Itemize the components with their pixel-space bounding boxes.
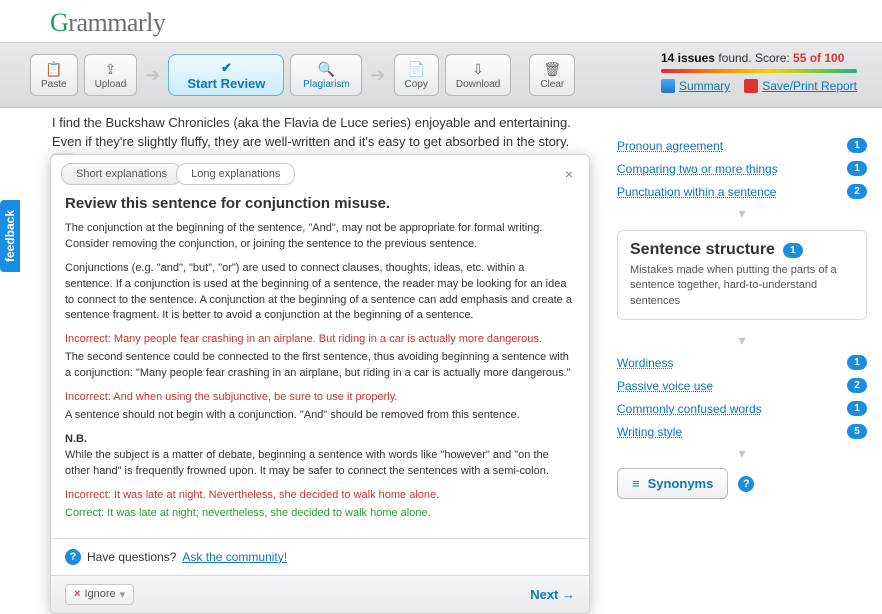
score-box: 14 issues found. Score: 55 of 100 Summar… bbox=[661, 49, 857, 101]
trash-icon: 🗑 bbox=[543, 61, 561, 78]
issue-link[interactable]: Passive voice use bbox=[617, 379, 713, 393]
arrow-icon: ➔ bbox=[368, 65, 387, 86]
count-badge: 1 bbox=[783, 243, 803, 258]
issue-link[interactable]: Writing style bbox=[617, 425, 682, 439]
issue-list-bottom: Wordiness 1 Passive voice use 2 Commonly c… bbox=[617, 351, 867, 443]
count-badge: 2 bbox=[847, 378, 867, 393]
feedback-tab[interactable]: feedback bbox=[0, 200, 20, 272]
dropdown-icon: ▾ bbox=[120, 588, 126, 601]
upload-button[interactable]: ⇪Upload bbox=[84, 54, 138, 96]
summary-icon bbox=[661, 79, 675, 93]
list-icon: ≡ bbox=[632, 476, 640, 491]
ask-community-link[interactable]: Ask the community! bbox=[182, 550, 287, 564]
chevron-down-icon: ▾ bbox=[617, 443, 867, 464]
upload-icon: ⇪ bbox=[105, 61, 117, 78]
count-badge: 1 bbox=[847, 355, 867, 370]
search-icon: 🔍 bbox=[318, 61, 335, 78]
copy-icon: 📄 bbox=[407, 61, 424, 78]
synonyms-button[interactable]: ≡Synonyms bbox=[617, 468, 728, 499]
count-badge: 1 bbox=[847, 401, 867, 416]
save-report-link[interactable]: Save/Print Report bbox=[762, 79, 857, 93]
download-icon: ⇩ bbox=[472, 61, 484, 78]
count-badge: 1 bbox=[847, 138, 867, 153]
count-badge: 1 bbox=[847, 161, 867, 176]
toolbar: 📋Paste ⇪Upload ➔ ✔Start Review 🔍Plagiari… bbox=[0, 42, 882, 108]
paste-icon: 📋 bbox=[45, 61, 62, 78]
arrow-icon: ➔ bbox=[143, 65, 162, 86]
ignore-button[interactable]: ×Ignore▾ bbox=[65, 584, 134, 605]
sentence-structure-card[interactable]: Sentence structure1 Mistakes made when p… bbox=[617, 230, 867, 320]
issue-link[interactable]: Commonly confused words bbox=[617, 402, 762, 416]
summary-link[interactable]: Summary bbox=[679, 79, 730, 93]
count-badge: 2 bbox=[847, 184, 867, 199]
issue-link[interactable]: Comparing two or more things bbox=[617, 162, 778, 176]
issue-link[interactable]: Pronoun agreement bbox=[617, 139, 723, 153]
popup-title: Review this sentence for conjunction mis… bbox=[65, 193, 575, 215]
issue-link[interactable]: Wordiness bbox=[617, 356, 673, 370]
tab-short[interactable]: Short explanations bbox=[61, 163, 182, 185]
close-icon[interactable]: × bbox=[559, 166, 579, 182]
tab-long[interactable]: Long explanations bbox=[176, 163, 295, 185]
start-review-button[interactable]: ✔Start Review bbox=[168, 54, 284, 96]
logo: Grammarly bbox=[0, 0, 882, 42]
question-icon: ? bbox=[65, 549, 81, 565]
clear-button[interactable]: 🗑Clear bbox=[529, 54, 575, 96]
copy-button[interactable]: 📄Copy bbox=[394, 54, 439, 96]
check-icon: ✔ bbox=[221, 60, 232, 76]
x-icon: × bbox=[74, 588, 80, 600]
help-icon[interactable]: ? bbox=[738, 476, 754, 492]
paste-button[interactable]: 📋Paste bbox=[30, 54, 78, 96]
issue-link[interactable]: Punctuation within a sentence bbox=[617, 185, 776, 199]
plagiarism-button[interactable]: 🔍Plagiarism bbox=[290, 54, 362, 96]
score-bar bbox=[661, 69, 857, 73]
next-button[interactable]: Next → bbox=[530, 587, 575, 602]
pdf-icon bbox=[744, 79, 758, 93]
chevron-down-icon: ▾ bbox=[617, 203, 867, 224]
download-button[interactable]: ⇩Download bbox=[445, 54, 511, 96]
explanation-popup: Short explanations Long explanations × R… bbox=[50, 154, 590, 614]
chevron-down-icon: ▾ bbox=[617, 330, 867, 351]
count-badge: 5 bbox=[847, 424, 867, 439]
issue-list-top: Pronoun agreement 1 Comparing two or more… bbox=[617, 134, 867, 203]
card-title: Sentence structure bbox=[630, 241, 775, 259]
